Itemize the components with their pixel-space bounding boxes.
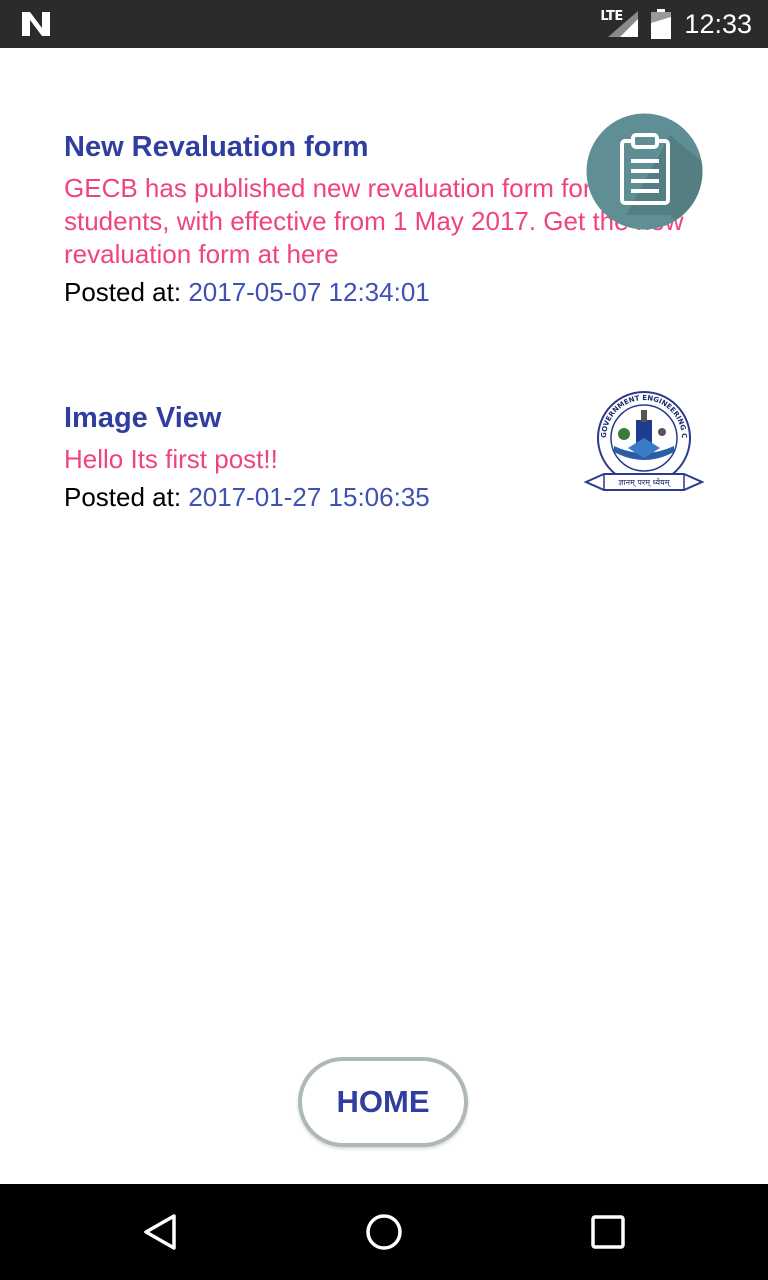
status-bar: LTE 12:33 (0, 0, 768, 48)
post-timestamp: 2017-05-07 12:34:01 (188, 277, 430, 307)
notification-n-icon (22, 12, 50, 36)
signal-strength-icon (608, 11, 639, 37)
posted-at-label: Posted at: (64, 277, 189, 307)
navigation-bar (0, 1184, 768, 1280)
post-meta: Posted at: 2017-05-07 12:34:01 (64, 271, 704, 313)
home-button[interactable]: HOME (298, 1057, 468, 1147)
college-emblem-icon[interactable]: GOVERNMENT ENGINEERING COLLEGE BIKANER ज… (584, 390, 704, 502)
posted-at-label: Posted at: (64, 482, 189, 512)
clipboard-icon[interactable] (586, 113, 703, 230)
battery-icon (651, 9, 672, 39)
status-time: 12:33 (684, 8, 752, 39)
home-circle-icon[interactable] (364, 1212, 404, 1252)
lte-signal-indicator: LTE (600, 9, 639, 39)
status-icons: LTE 12:33 (600, 0, 752, 48)
emblem-motto: ज्ञानम् परम् ध्येयम् (618, 477, 671, 488)
back-icon[interactable] (140, 1212, 180, 1252)
recents-icon[interactable] (588, 1212, 628, 1252)
post-timestamp: 2017-01-27 15:06:35 (188, 482, 430, 512)
